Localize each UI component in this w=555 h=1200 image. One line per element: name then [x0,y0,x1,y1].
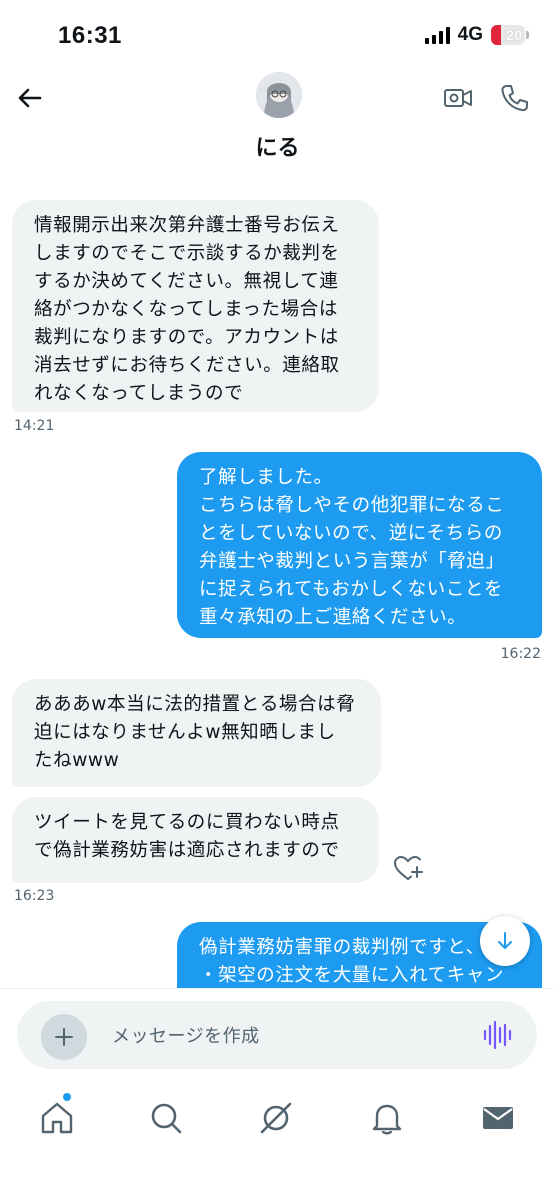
bell-icon [372,1104,402,1135]
voice-wave-icon [483,1020,512,1050]
message-outgoing[interactable]: 了解しました。 こちらは脅しやその他犯罪になるこ とをしていないので、逆にそちら… [177,452,542,638]
avatar-image [256,72,302,118]
signal-icon [424,26,450,44]
battery-icon: 20 [491,25,529,45]
nav-home[interactable] [37,1098,77,1138]
arrow-down-icon [498,932,512,949]
nav-messages[interactable] [478,1098,518,1138]
video-camera-icon [444,89,472,107]
nav-search[interactable] [146,1098,186,1138]
message-timestamp: 14:21 [14,418,55,434]
avatar[interactable] [256,72,302,118]
message-input[interactable]: メッセージを作成 [112,1022,260,1048]
grok-icon [260,1102,292,1134]
network-type: 4G [457,24,483,45]
message-incoming[interactable]: あああw本当に法的措置とる場合は脅 迫にはなりませんよw無知晒しまし たねwww [12,679,381,787]
message-timestamp: 16:22 [500,646,541,662]
scroll-to-bottom-button[interactable] [480,916,530,966]
phone-icon [501,85,528,112]
message-timestamp: 16:23 [14,888,55,904]
voice-call-button[interactable] [498,82,530,114]
message-composer[interactable] [17,1001,537,1069]
status-indicators: 4G 20 [424,24,529,46]
nav-grok[interactable] [256,1098,296,1138]
mail-icon [483,1107,513,1129]
back-button[interactable] [14,82,46,114]
arrow-left-icon [18,88,42,108]
add-reaction-button[interactable] [392,852,424,884]
home-icon [41,1102,73,1134]
heart-plus-icon [393,855,423,880]
voice-message-button[interactable] [480,1018,514,1052]
plus-icon [55,1028,73,1046]
message-incoming[interactable]: ツイートを見てるのに買わない時点 で偽計業務妨害は適応されますので [12,797,379,883]
notification-dot [63,1093,71,1101]
search-icon [151,1103,182,1134]
status-time: 16:31 [58,22,122,49]
video-call-button[interactable] [442,82,474,114]
nav-notifications[interactable] [367,1098,407,1138]
contact-name[interactable]: にる [0,130,555,162]
message-incoming[interactable]: 情報開示出来次第弁護士番号お伝え しますのでそこで示談するか裁判を するか決めて… [12,200,379,412]
add-media-button[interactable] [41,1014,87,1060]
battery-level: 20 [506,27,522,43]
